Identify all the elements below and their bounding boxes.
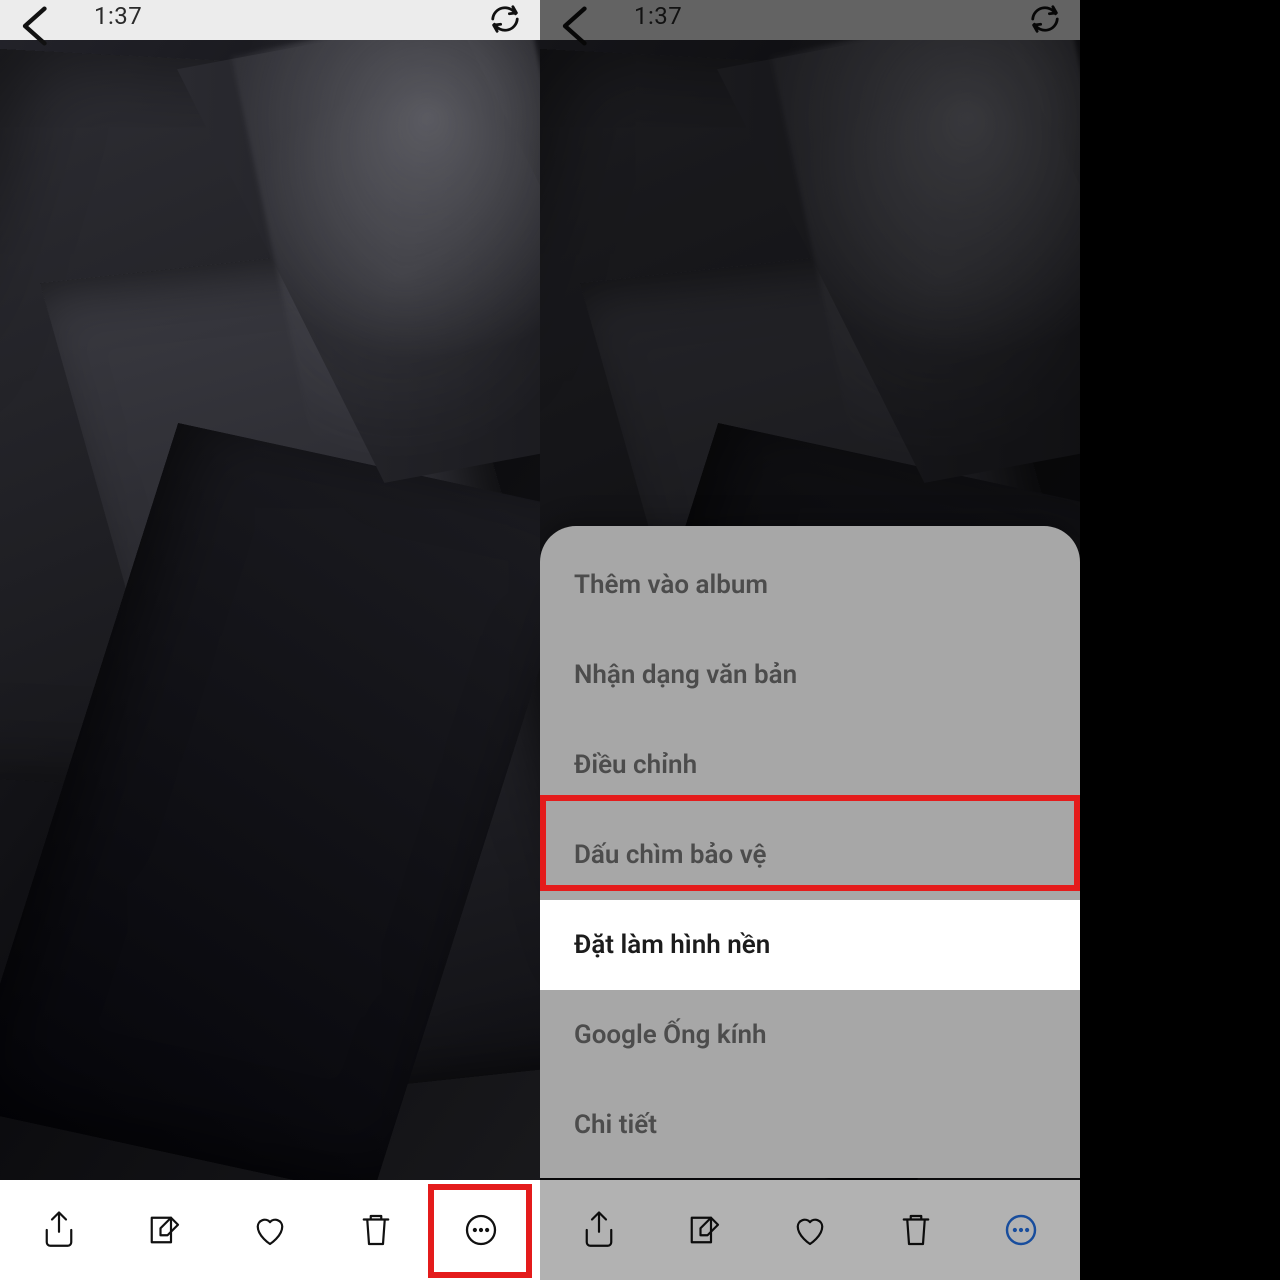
delete-button[interactable] [335, 1189, 417, 1271]
more-button[interactable] [980, 1189, 1062, 1271]
delete-button[interactable] [875, 1189, 957, 1271]
share-button[interactable] [18, 1189, 100, 1271]
menu-item-set-wallpaper[interactable]: Đặt làm hình nền [540, 900, 1080, 990]
menu-item-add-to-album[interactable]: Thêm vào album [540, 540, 1080, 630]
more-options-sheet: Thêm vào album Nhận dạng văn bản Điều ch… [540, 526, 1080, 1178]
edit-button[interactable] [663, 1189, 745, 1271]
favorite-button[interactable] [229, 1189, 311, 1271]
wallpaper-image [0, 0, 540, 1280]
bottom-toolbar [0, 1180, 540, 1280]
menu-item-text-recognition[interactable]: Nhận dạng văn bản [540, 630, 1080, 720]
cloud-sync-icon[interactable] [484, 0, 526, 40]
back-button[interactable] [12, 0, 64, 36]
more-button[interactable] [440, 1189, 522, 1271]
screenshot-right: 1:37 Thêm vào album Nhận dạng văn bản Đi… [540, 0, 1080, 1280]
menu-item-google-lens[interactable]: Google Ống kính [540, 990, 1080, 1080]
favorite-button[interactable] [769, 1189, 851, 1271]
bottom-toolbar [540, 1180, 1080, 1280]
share-button[interactable] [558, 1189, 640, 1271]
edit-button[interactable] [123, 1189, 205, 1271]
menu-item-details[interactable]: Chi tiết [540, 1080, 1080, 1170]
menu-item-adjust[interactable]: Điều chỉnh [540, 720, 1080, 810]
menu-item-watermark[interactable]: Dấu chìm bảo vệ [540, 810, 1080, 900]
viewer-header: 1:37 [0, 0, 540, 40]
screenshot-left: 1:37 [0, 0, 540, 1280]
header-time: 1:37 [94, 2, 142, 30]
